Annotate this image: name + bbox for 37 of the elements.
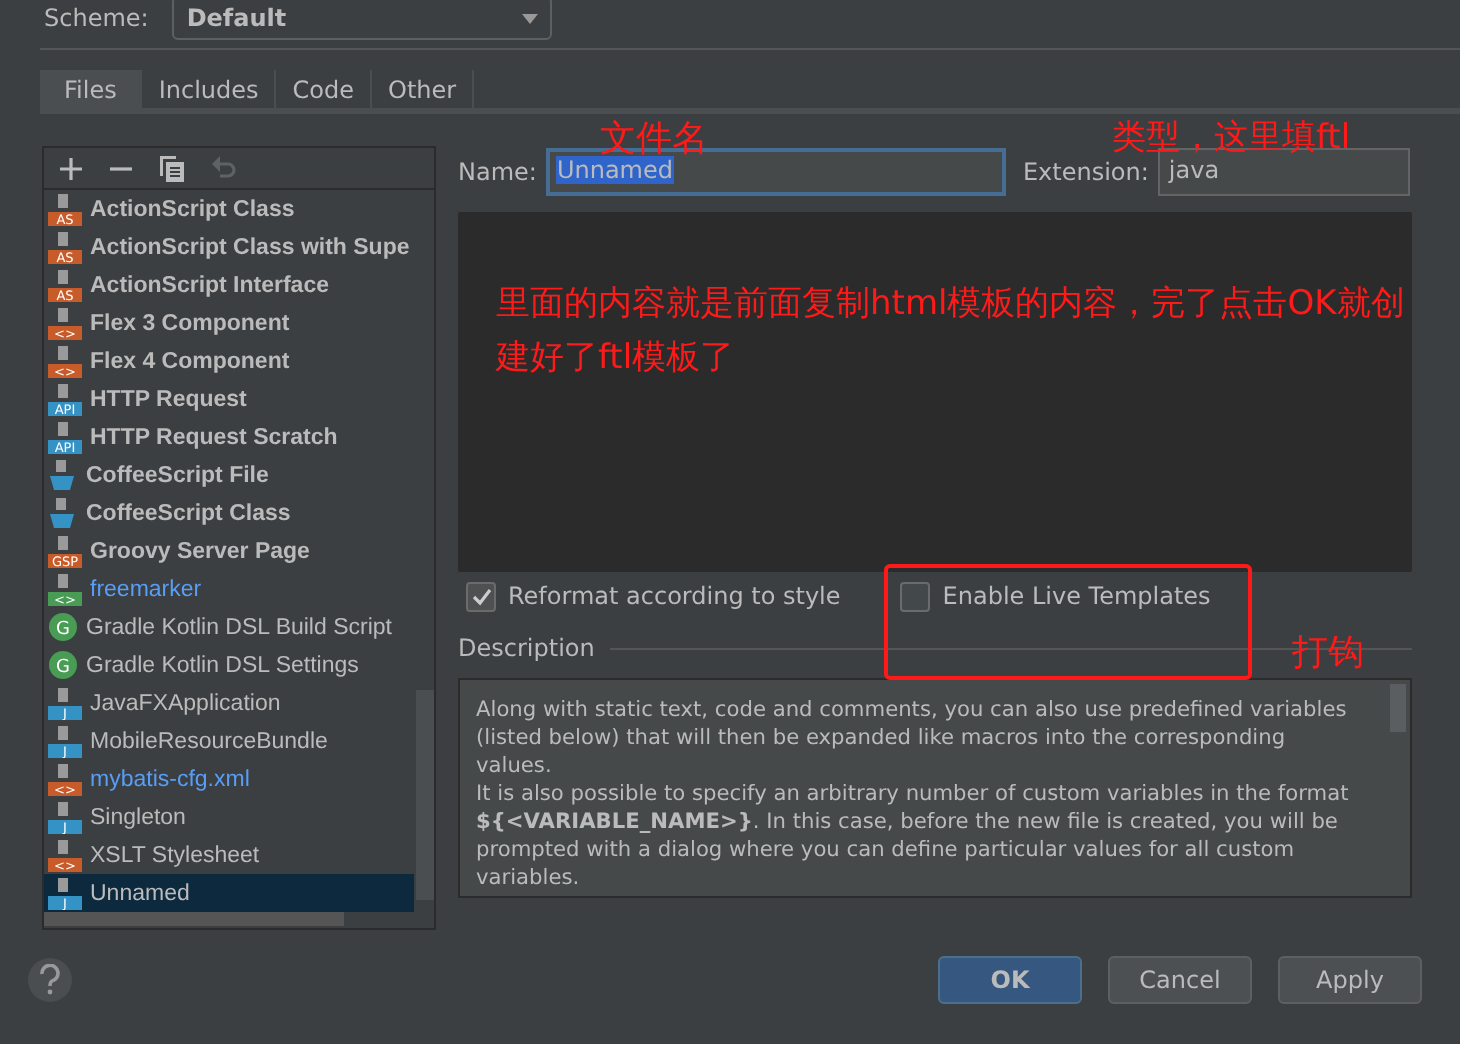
copy-icon[interactable] (160, 155, 184, 181)
description-title: Description (458, 634, 595, 662)
description-text: It is also possible to specify an arbitrary number of custom variables in the format ${<VARIABLE_NAME>}. In this case, before the new file is created, you will be prompted with a dialog where you can define particular values for all custom variables. (476, 780, 1351, 892)
dialog-button[interactable]: Cancel (1108, 956, 1252, 1004)
option-checkbox[interactable]: Enable Live Templates (900, 581, 1211, 611)
option-checkbox[interactable]: Reformat according to style (466, 581, 841, 611)
name-label: Name: (458, 158, 537, 186)
check-icon (471, 587, 491, 605)
add-icon[interactable] (60, 157, 82, 179)
tab[interactable]: Includes (142, 70, 277, 108)
coffee-cup-icon (48, 497, 78, 529)
scrollbar-thumb[interactable] (44, 912, 344, 926)
caret-icon (522, 13, 539, 23)
template-item[interactable]: G Gradle Kotlin DSL Build Script (44, 608, 414, 646)
annotation-text: 打钩 (1292, 630, 1364, 676)
tab[interactable]: Files (40, 70, 143, 108)
extension-label: Extension: (1022, 158, 1149, 186)
annotation-text: 里面的内容就是前面复制html模板的内容，完了点击OK就创建好了ftl模板了 (496, 282, 1407, 382)
checkbox[interactable] (900, 581, 931, 611)
description-text: Along with static text, code and comments, you can also use predefined variables (listed below) that will then be expanded like macros into the corresponding values. (476, 696, 1349, 780)
template-editor[interactable] (458, 212, 1412, 572)
tab[interactable]: Code (276, 70, 373, 108)
scheme-label: Scheme: (44, 4, 149, 32)
dialog-button[interactable]: Apply (1278, 956, 1422, 1004)
template-item[interactable]: G Gradle Kotlin DSL Settings (44, 646, 414, 684)
gradle-icon: G (48, 612, 78, 642)
checkbox[interactable] (466, 581, 496, 611)
dialog-button[interactable]: OK (938, 956, 1082, 1004)
scheme-dropdown[interactable]: Default (172, 0, 553, 40)
question-mark-icon (38, 964, 62, 996)
help-button[interactable] (28, 958, 72, 1002)
coffee-cup-icon (48, 459, 78, 491)
scrollbar-thumb[interactable] (416, 690, 434, 900)
tab[interactable]: Other (372, 70, 475, 108)
template-item[interactable]: CoffeeScript File (44, 456, 414, 494)
gradle-icon: G (48, 650, 78, 680)
template-item[interactable]: CoffeeScript Class (44, 494, 414, 532)
